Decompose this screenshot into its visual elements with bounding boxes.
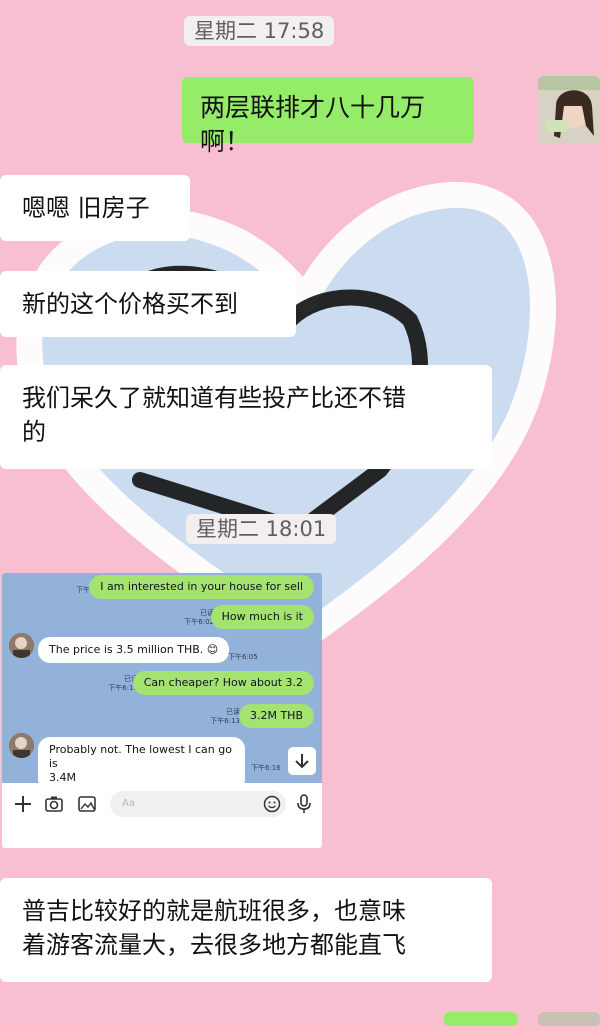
- contact-avatar-icon: [9, 633, 34, 658]
- message-text: 新的这个价格买不到: [22, 290, 238, 318]
- emoji-icon[interactable]: [262, 794, 282, 814]
- line-message-outgoing: How much is it: [210, 605, 314, 629]
- read-receipt: 已读 下午6:11: [108, 675, 138, 692]
- heart-background: [16, 181, 556, 653]
- user-avatar-icon: [538, 76, 600, 144]
- message-time: 下午6:05: [228, 653, 258, 661]
- message-time: 下午6:16: [251, 764, 281, 772]
- image-message[interactable]: 已读下午6:02 I am interested in your house f…: [2, 573, 322, 848]
- line-message-incoming: The price is 3.5 million THB. 😊: [38, 637, 230, 663]
- contact-avatar: [9, 733, 34, 758]
- camera-icon[interactable]: [44, 794, 64, 814]
- message-bubble-incoming[interactable]: 我们呆久了就知道有些投产比还不错 的: [0, 365, 492, 469]
- read-receipt: 已读下午6:02: [184, 609, 214, 626]
- message-input[interactable]: Aa: [110, 791, 286, 817]
- image-icon[interactable]: [77, 794, 97, 814]
- message-bubble-incoming[interactable]: 嗯嗯 旧房子: [0, 175, 190, 241]
- timestamp: 星期二 17:58: [184, 16, 335, 46]
- message-bubble-outgoing[interactable]: 两层联排才八十几万啊！: [182, 77, 474, 156]
- line-message-outgoing: Can cheaper? How about 3.2: [132, 671, 314, 695]
- message-text: 我们呆久了就知道有些投产比还不错: [22, 384, 406, 412]
- arrow-down-icon: [295, 754, 309, 769]
- line-message-outgoing: I am interested in your house for sell: [89, 575, 314, 599]
- scroll-down-button[interactable]: [288, 747, 316, 775]
- message-bubble-incoming[interactable]: 普吉比较好的就是航班很多，也意味 着游客流量大，去很多地方都能直飞: [0, 878, 492, 982]
- microphone-icon[interactable]: [294, 793, 314, 815]
- contact-avatar-icon: [9, 733, 34, 758]
- message-text: 普吉比较好的就是航班很多，也意味: [22, 897, 406, 925]
- line-input-bar: Aa: [2, 783, 322, 823]
- avatar[interactable]: [538, 76, 600, 144]
- contact-avatar: [9, 633, 34, 658]
- plus-icon[interactable]: [13, 794, 33, 814]
- read-receipt: 已读 下午6:13: [210, 708, 240, 725]
- line-chat-area: 已读下午6:02 I am interested in your house f…: [2, 573, 322, 791]
- message-text: 嗯嗯 旧房子: [22, 194, 150, 222]
- message-text: 的: [22, 418, 46, 446]
- timestamp: 星期二 18:01: [186, 514, 337, 544]
- message-text: 着游客流量大，去很多地方都能直飞: [22, 931, 406, 959]
- message-bubble-incoming[interactable]: 新的这个价格买不到: [0, 271, 296, 337]
- line-message-outgoing: 3.2M THB: [238, 704, 314, 728]
